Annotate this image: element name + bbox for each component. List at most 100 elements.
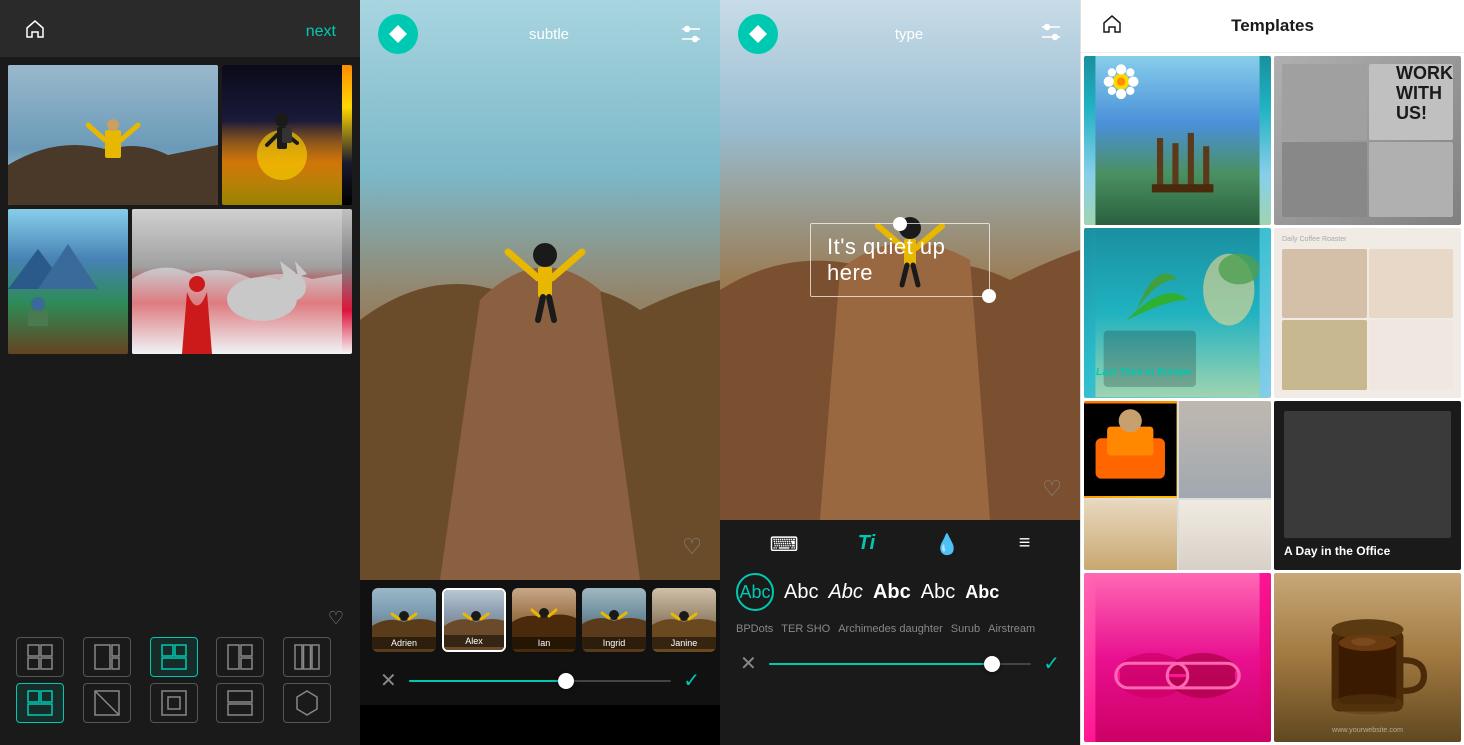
screen2-filter: subtle <box>360 0 720 745</box>
font-tag-tersho[interactable]: TER SHO <box>781 623 830 635</box>
home-icon[interactable] <box>24 18 46 45</box>
template-cell-5[interactable] <box>1084 401 1271 570</box>
font-sample-4[interactable]: Abc <box>921 581 955 604</box>
screen4-home-icon[interactable] <box>1101 13 1123 40</box>
main-photo-illustration <box>360 0 720 580</box>
template-cell-6[interactable]: A Day in the Office <box>1274 401 1461 570</box>
layout-icons-row2 <box>16 683 344 723</box>
last-time-europe-text: Last Time in Europe <box>1096 366 1191 380</box>
heart-row: ♡ <box>16 608 344 629</box>
filter-label-ian: Ian <box>512 637 576 649</box>
favorite-icon[interactable]: ♡ <box>328 608 344 629</box>
font-tag-archimedes[interactable]: Archimedes daughter <box>838 623 943 635</box>
filter-janine[interactable]: Janine <box>652 588 716 652</box>
screen1-header: next <box>0 0 360 57</box>
font-sample-1[interactable]: Abc <box>784 581 818 604</box>
photo-cell-2 <box>222 65 352 205</box>
template-cell-4[interactable]: Daily Coffee Roaster <box>1274 228 1461 397</box>
font-tag-surub[interactable]: Surub <box>951 623 980 635</box>
sliders-icon <box>680 25 702 43</box>
screen2-heart-icon[interactable]: ♡ <box>682 534 702 560</box>
screen2-footer: ✕ ✓ <box>360 660 720 705</box>
font-sample-selected[interactable]: Abc <box>736 573 774 611</box>
font-samples-row: Abc Abc Abc Abc Abc Abc <box>720 565 1080 619</box>
layout-bottom-heavy[interactable] <box>16 683 64 723</box>
cancel-button[interactable]: ✕ <box>380 668 397 693</box>
layout-3col[interactable] <box>283 637 331 677</box>
confirm-button[interactable]: ✓ <box>683 668 700 693</box>
layout-complex[interactable] <box>283 683 331 723</box>
layout-square-center[interactable] <box>150 683 198 723</box>
templates-grid: WORKWITHUS! <box>1081 53 1464 745</box>
text-size-slider[interactable] <box>769 663 1031 665</box>
font-style-icon[interactable]: Ti <box>858 532 875 557</box>
font-sample-5[interactable]: Abc <box>965 582 999 603</box>
template-cell-8[interactable]: www.yourwebsite.com <box>1274 573 1461 742</box>
intensity-slider[interactable] <box>409 680 671 682</box>
photo-cell-1 <box>8 65 218 205</box>
home-icon-dark <box>1101 13 1123 35</box>
type-logo-button[interactable] <box>738 14 778 54</box>
adjust-icon[interactable] <box>680 25 702 43</box>
filter-logo-button[interactable] <box>378 14 418 54</box>
layout-horizontal[interactable] <box>216 683 264 723</box>
font-tag-airstream[interactable]: Airstream <box>988 623 1035 635</box>
photo-grid <box>0 57 360 598</box>
grid-row-2 <box>8 209 352 354</box>
screen1-bottom: ♡ <box>0 598 360 745</box>
layout-left-big[interactable] <box>83 637 131 677</box>
sliders-icon-2 <box>1040 23 1062 41</box>
keyboard-icon[interactable]: ⌨ <box>770 532 799 557</box>
layout-right-panel[interactable] <box>216 637 264 677</box>
next-button[interactable]: next <box>306 23 336 41</box>
screen3-heart-icon[interactable]: ♡ <box>1042 476 1062 502</box>
screen4-templates: Templates <box>1080 0 1464 745</box>
template-8-illustration: www.yourwebsite.com <box>1274 573 1461 742</box>
template-cell-1[interactable] <box>1084 56 1271 225</box>
filter-adrien[interactable]: Adrien <box>372 588 436 652</box>
font-sample-3[interactable]: Abc <box>873 581 911 604</box>
type-mode-label: type <box>895 26 923 43</box>
main-photo: ♡ <box>360 0 720 580</box>
filter-label-alex: Alex <box>444 635 504 647</box>
template-cell-2[interactable]: WORKWITHUS! <box>1274 56 1461 225</box>
orange-chair-illustration <box>1084 401 1177 499</box>
cancel-button-3[interactable]: ✕ <box>740 651 757 676</box>
filter-alex[interactable]: Alex <box>442 588 506 652</box>
layout-2x2[interactable] <box>16 637 64 677</box>
screen3-header: type <box>720 0 1080 68</box>
font-sample-2[interactable]: Abc <box>828 581 862 604</box>
screen4-header: Templates <box>1081 0 1464 53</box>
screen1-layout: next <box>0 0 360 745</box>
font-tag-bpdots[interactable]: BPDots <box>736 623 773 635</box>
drag-handle-top[interactable] <box>893 217 907 231</box>
template-cell-3[interactable]: Last Time in Europe <box>1084 228 1271 397</box>
confirm-button-3[interactable]: ✓ <box>1043 651 1060 676</box>
work-with-us-text: WORKWITHUS! <box>1396 64 1453 123</box>
photo-illustration-1 <box>8 65 218 205</box>
filter-ian[interactable]: Ian <box>512 588 576 652</box>
screen2-header: subtle <box>360 0 720 68</box>
template-1-illustration <box>1084 56 1271 225</box>
photo-illustration-4 <box>132 209 342 354</box>
screen3-type: type <box>720 0 1080 745</box>
template-cell-7[interactable] <box>1084 573 1271 742</box>
filter-label-janine: Janine <box>652 637 716 649</box>
drag-handle-bottom[interactable] <box>982 289 996 303</box>
text-overlay[interactable]: It's quiet up here <box>810 223 990 297</box>
align-icon[interactable]: ≡ <box>1019 532 1031 557</box>
day-in-office-text: A Day in the Office <box>1284 544 1451 560</box>
photo-cell-3 <box>8 209 128 354</box>
color-drop-icon[interactable]: 💧 <box>935 532 960 557</box>
overlay-text[interactable]: It's quiet up here <box>827 234 945 285</box>
template-7-illustration <box>1084 573 1271 742</box>
layout-active[interactable] <box>150 637 198 677</box>
text-controls-toolbar: ⌨ Ti 💧 ≡ <box>720 520 1080 565</box>
filter-ingrid[interactable]: Ingrid <box>582 588 646 652</box>
layout-diagonal[interactable] <box>83 683 131 723</box>
photo-illustration-2 <box>222 65 342 205</box>
filter-label-ingrid: Ingrid <box>582 637 646 649</box>
diamond-logo-icon-2 <box>747 23 769 45</box>
grid-row-1 <box>8 65 352 205</box>
type-adjust-icon[interactable] <box>1040 23 1062 46</box>
